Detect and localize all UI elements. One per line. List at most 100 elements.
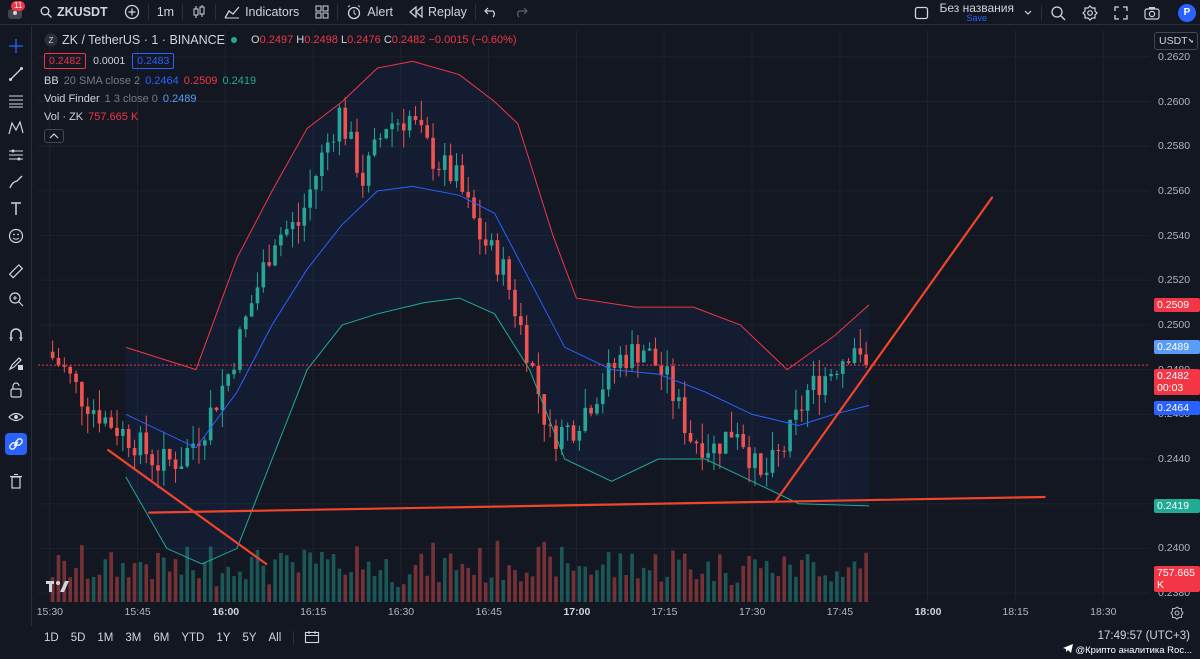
- settings-button[interactable]: [1074, 0, 1106, 25]
- search-icon: [40, 6, 52, 18]
- trendline-tool[interactable]: [5, 63, 27, 85]
- indicator-volume[interactable]: Vol · ZK 757.665 K: [44, 111, 517, 123]
- volume-bar: [109, 552, 113, 602]
- range-3m[interactable]: 3M: [119, 632, 147, 644]
- remove-drawings-tool[interactable]: [5, 470, 27, 492]
- volume-bar: [390, 582, 394, 602]
- volume-bar: [378, 570, 383, 602]
- indicator-params: 20 SMA close 2: [63, 75, 141, 87]
- range-ytd[interactable]: YTD: [175, 632, 210, 644]
- indicator-bb[interactable]: BB 20 SMA close 2 0.2464 0.2509 0.2419: [44, 75, 517, 87]
- range-1d[interactable]: 1D: [38, 632, 65, 644]
- volume-bar: [840, 576, 845, 602]
- pattern-tool[interactable]: [5, 117, 27, 139]
- volume-bar: [349, 571, 353, 602]
- zoom-tool[interactable]: [5, 288, 27, 310]
- compare-symbol-button[interactable]: [116, 0, 148, 25]
- time-tick: 15:45: [124, 606, 151, 618]
- volume-bar: [396, 586, 400, 602]
- magnet-tool[interactable]: [5, 324, 27, 346]
- candle-body: [448, 155, 453, 182]
- fullscreen-button[interactable]: [1106, 0, 1136, 25]
- symbol-legend[interactable]: Z ZK / TetherUS · 1 · BINANCE O0.2497 H0…: [44, 33, 517, 47]
- volume-bar: [302, 549, 307, 602]
- measure-tool[interactable]: [5, 261, 27, 283]
- fullscreen-icon: [1114, 5, 1128, 20]
- range-all[interactable]: All: [263, 632, 288, 644]
- replay-button[interactable]: Replay: [401, 0, 475, 25]
- ohlc-values: O0.2497 H0.2498 L0.2476 C0.2482 −0.0015 …: [251, 34, 517, 46]
- volume-bar: [314, 563, 318, 602]
- snapshot-button[interactable]: [1136, 0, 1168, 25]
- calendar-icon: [305, 630, 320, 643]
- volume-bar: [864, 552, 868, 602]
- user-menu-button[interactable]: 11: [6, 1, 26, 21]
- alert-button[interactable]: Alert: [338, 0, 401, 25]
- prediction-tool[interactable]: [5, 144, 27, 166]
- range-1y[interactable]: 1Y: [210, 632, 236, 644]
- publish-button[interactable]: P: [1178, 3, 1196, 22]
- candle-body: [325, 142, 330, 153]
- bb-upper-price-label: 0.2509: [1154, 297, 1200, 312]
- range-5y[interactable]: 5Y: [236, 632, 262, 644]
- text-tool[interactable]: [5, 198, 27, 220]
- separator: [293, 631, 295, 645]
- candle-body: [788, 419, 792, 452]
- candle-body: [671, 366, 675, 401]
- candle-body: [718, 443, 722, 454]
- stay-drawing-tool[interactable]: [5, 352, 27, 374]
- volume-bar: [554, 576, 558, 602]
- collapse-legend-button[interactable]: [44, 129, 64, 143]
- candle-body: [103, 417, 108, 424]
- fib-tool[interactable]: [5, 90, 27, 112]
- candle-body: [68, 366, 73, 374]
- sell-button[interactable]: 0.2482: [44, 53, 87, 69]
- interval-button[interactable]: 1m: [149, 0, 182, 25]
- undo-button[interactable]: [476, 0, 506, 25]
- save-link[interactable]: Save: [966, 13, 987, 23]
- symbol-search-button[interactable]: ZKUSDT: [32, 0, 116, 25]
- buy-button[interactable]: 0.2483: [132, 53, 175, 69]
- time-tick: 17:45: [826, 606, 854, 618]
- crosshair-tool[interactable]: [5, 35, 27, 57]
- range-6m[interactable]: 6M: [147, 632, 175, 644]
- redo-button[interactable]: [506, 0, 536, 25]
- hide-drawings-tool[interactable]: [5, 406, 27, 428]
- volume-bar: [764, 560, 769, 602]
- range-1m[interactable]: 1M: [91, 632, 119, 644]
- volume-bar: [565, 563, 570, 602]
- magnet-icon: [9, 328, 23, 341]
- price-axis[interactable]: 0.2620 0.2600 0.2580 0.2560 0.2540 0.2520 0.25…: [1152, 30, 1200, 602]
- candle-body: [513, 289, 517, 317]
- brush-tool[interactable]: [5, 171, 27, 193]
- indicators-button[interactable]: Indicators: [216, 0, 307, 25]
- link-tool[interactable]: [5, 433, 27, 455]
- volume-bar: [91, 576, 96, 602]
- quick-search-button[interactable]: [1042, 0, 1074, 25]
- range-5d[interactable]: 5D: [65, 632, 92, 644]
- volume-bar: [179, 574, 184, 602]
- volume-bar: [226, 566, 231, 602]
- lock-drawings-tool[interactable]: [5, 379, 27, 401]
- volume-bar: [331, 554, 336, 602]
- volume-bar: [606, 552, 611, 602]
- indicator-void-finder[interactable]: Void Finder 1 3 close 0 0.2489: [44, 93, 517, 105]
- axis-settings-button[interactable]: [1170, 606, 1184, 625]
- icon-tool[interactable]: [5, 225, 27, 247]
- volume-bar: [413, 565, 418, 602]
- tradingview-logo[interactable]: [46, 579, 70, 598]
- chart-type-button[interactable]: [183, 0, 215, 25]
- time-axis[interactable]: 15:30 15:45 16:00 16:15 16:30 16:45 17:00 17:15…: [37, 604, 1150, 622]
- fib-lines-icon: [9, 95, 23, 108]
- volume-bar: [501, 579, 506, 602]
- volume-bar: [600, 564, 605, 602]
- price-tick: 0.2440: [1158, 453, 1191, 465]
- timezone-clock[interactable]: 17:49:57 (UTC+3): [1098, 630, 1190, 642]
- layout-menu-button[interactable]: Без названия Save: [906, 0, 1041, 25]
- volume-bar: [630, 553, 634, 602]
- volume-bar: [718, 554, 722, 602]
- candle-body: [852, 348, 857, 363]
- layout-grid-button[interactable]: [307, 0, 337, 25]
- candle-body: [489, 240, 494, 246]
- go-to-date-button[interactable]: [300, 630, 324, 647]
